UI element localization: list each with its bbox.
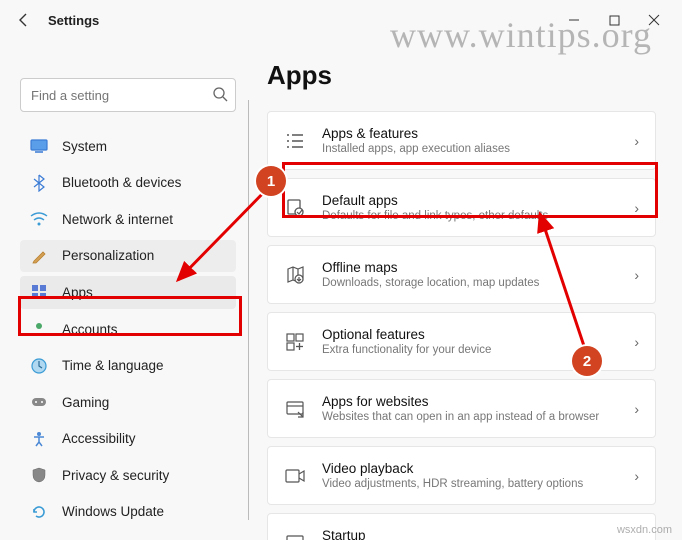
- sidebar-item-label: Bluetooth & devices: [62, 175, 181, 190]
- search-icon: [212, 86, 228, 102]
- card-optional-features[interactable]: Optional features Extra functionality for…: [267, 312, 656, 371]
- titlebar: Settings: [0, 0, 682, 40]
- sidebar-item-time[interactable]: Time & language: [20, 349, 236, 382]
- sidebar-item-system[interactable]: System: [20, 130, 236, 163]
- main-content: Apps Apps & features Installed apps, app …: [253, 40, 682, 540]
- system-icon: [30, 137, 48, 155]
- close-button[interactable]: [634, 4, 674, 36]
- sidebar-item-bluetooth[interactable]: Bluetooth & devices: [20, 167, 236, 200]
- bluetooth-icon: [30, 174, 48, 192]
- card-sub: Extra functionality for your device: [322, 344, 618, 356]
- sidebar-item-label: Gaming: [62, 395, 109, 410]
- card-video-playback[interactable]: Video playback Video adjustments, HDR str…: [267, 446, 656, 505]
- sidebar-item-label: Time & language: [62, 358, 164, 373]
- card-title: Apps for websites: [322, 394, 618, 409]
- chevron-right-icon: ›: [634, 267, 639, 283]
- person-icon: [30, 320, 48, 338]
- features-icon: [284, 331, 306, 353]
- card-title: Startup: [322, 528, 618, 540]
- accessibility-icon: [30, 430, 48, 448]
- card-title: Optional features: [322, 327, 618, 342]
- card-apps-features[interactable]: Apps & features Installed apps, app execu…: [267, 111, 656, 170]
- sidebar-item-privacy[interactable]: Privacy & security: [20, 459, 236, 492]
- card-title: Video playback: [322, 461, 618, 476]
- card-title: Apps & features: [322, 126, 618, 141]
- settings-window: Settings System Bluetooth & devices Ne: [0, 0, 682, 540]
- maximize-button[interactable]: [594, 4, 634, 36]
- default-apps-icon: [284, 197, 306, 219]
- sidebar-item-apps[interactable]: Apps: [20, 276, 236, 309]
- window-title: Settings: [48, 13, 99, 28]
- wifi-icon: [30, 210, 48, 228]
- card-startup[interactable]: StartupApps that automatically start whe…: [267, 513, 656, 540]
- sidebar-item-update[interactable]: Windows Update: [20, 495, 236, 528]
- back-button[interactable]: [8, 4, 40, 36]
- card-apps-websites[interactable]: Apps for websites Websites that can open …: [267, 379, 656, 438]
- video-icon: [284, 465, 306, 487]
- maximize-icon: [609, 15, 620, 26]
- chevron-right-icon: ›: [634, 334, 639, 350]
- card-sub: Defaults for file and link types, other …: [322, 210, 618, 222]
- card-sub: Websites that can open in an app instead…: [322, 411, 618, 423]
- sidebar-item-label: Apps: [62, 285, 93, 300]
- sidebar-item-label: Accessibility: [62, 431, 136, 446]
- chevron-right-icon: ›: [634, 468, 639, 484]
- sidebar-item-network[interactable]: Network & internet: [20, 203, 236, 236]
- minimize-icon: [568, 14, 580, 26]
- shield-icon: [30, 466, 48, 484]
- vertical-divider: [248, 100, 249, 520]
- sidebar-item-label: System: [62, 139, 107, 154]
- card-offline-maps[interactable]: Offline maps Downloads, storage location,…: [267, 245, 656, 304]
- startup-icon: [284, 532, 306, 540]
- list-icon: [284, 130, 306, 152]
- map-icon: [284, 264, 306, 286]
- search-input[interactable]: [20, 78, 236, 112]
- sidebar-item-gaming[interactable]: Gaming: [20, 386, 236, 419]
- globe-clock-icon: [30, 357, 48, 375]
- window-controls: [554, 4, 674, 36]
- minimize-button[interactable]: [554, 4, 594, 36]
- paint-icon: [30, 247, 48, 265]
- card-sub: Video adjustments, HDR streaming, batter…: [322, 478, 618, 490]
- chevron-right-icon: ›: [634, 200, 639, 216]
- chevron-right-icon: ›: [634, 401, 639, 417]
- apps-icon: [30, 283, 48, 301]
- card-title: Default apps: [322, 193, 618, 208]
- sidebar-item-label: Personalization: [62, 248, 154, 263]
- chevron-right-icon: ›: [634, 133, 639, 149]
- sidebar-item-label: Privacy & security: [62, 468, 169, 483]
- update-icon: [30, 503, 48, 521]
- chevron-right-icon: ›: [634, 535, 639, 540]
- gaming-icon: [30, 393, 48, 411]
- sidebar-item-personalization[interactable]: Personalization: [20, 240, 236, 273]
- close-icon: [648, 14, 660, 26]
- sidebar-item-label: Network & internet: [62, 212, 173, 227]
- sidebar-item-label: Windows Update: [62, 504, 164, 519]
- arrow-left-icon: [16, 12, 32, 28]
- sidebar-item-accounts[interactable]: Accounts: [20, 313, 236, 346]
- websites-icon: [284, 398, 306, 420]
- sidebar: System Bluetooth & devices Network & int…: [0, 40, 248, 540]
- card-default-apps[interactable]: Default apps Defaults for file and link t…: [267, 178, 656, 237]
- search-wrap: [20, 78, 236, 112]
- card-sub: Installed apps, app execution aliases: [322, 143, 618, 155]
- card-title: Offline maps: [322, 260, 618, 275]
- card-sub: Downloads, storage location, map updates: [322, 277, 618, 289]
- page-title: Apps: [267, 60, 656, 91]
- sidebar-item-label: Accounts: [62, 322, 118, 337]
- sidebar-item-accessibility[interactable]: Accessibility: [20, 422, 236, 455]
